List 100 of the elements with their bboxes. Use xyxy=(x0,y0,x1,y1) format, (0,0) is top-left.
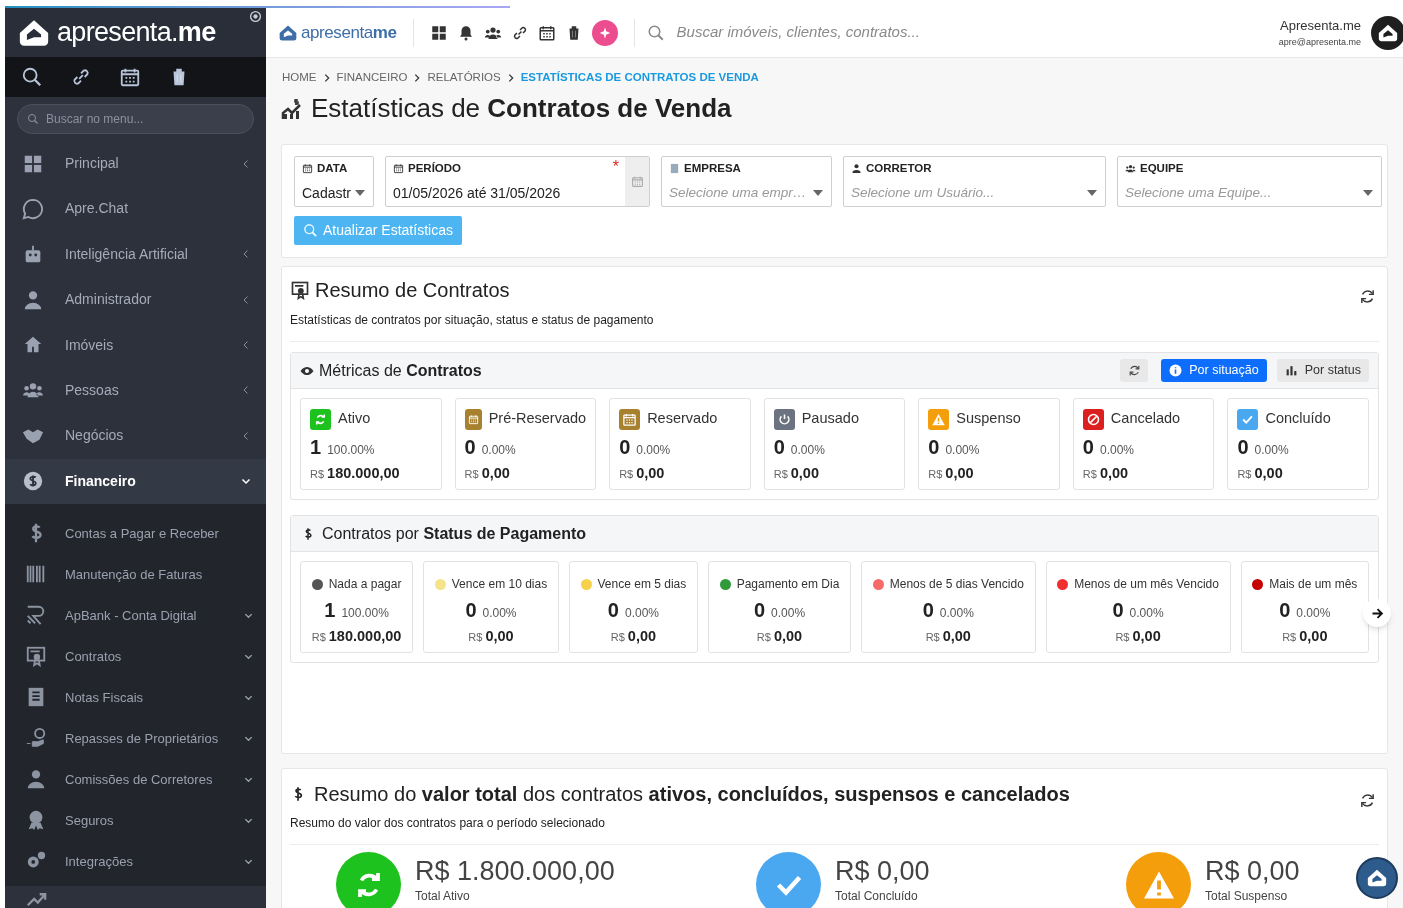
percent-value: 0.00% xyxy=(790,442,825,459)
breadcrumb-link[interactable]: RELATÓRIOS xyxy=(427,69,501,87)
grid-icon[interactable] xyxy=(429,23,448,42)
percent-value: 0.00% xyxy=(1099,442,1134,459)
hand-coin-icon xyxy=(25,727,47,750)
currency-label: R$ xyxy=(464,467,479,482)
status-label: Pagamento em Dia xyxy=(736,576,840,594)
certificate-icon xyxy=(290,280,310,301)
submenu-item[interactable]: Contratos xyxy=(5,635,266,677)
amount-value: 0,00 xyxy=(485,627,514,647)
currency-label: R$ xyxy=(773,467,788,482)
submenu-item[interactable]: Notas Fiscais xyxy=(5,676,266,718)
menu-item[interactable]: Negócios xyxy=(5,413,266,459)
menu-item[interactable]: Apre.Chat xyxy=(5,186,266,232)
chat-bubble-icon xyxy=(22,197,44,220)
count-value: 0 xyxy=(607,598,619,624)
amount-value: 180.000,00 xyxy=(327,464,400,483)
global-search-field[interactable]: Buscar imóveis, clientes, contratos... xyxy=(676,21,1077,44)
status-label: Reservado xyxy=(647,409,718,429)
form-field[interactable]: PERÍODO 01/05/2026 até 31/05/2026 * xyxy=(385,156,650,208)
submenu-item[interactable]: Contas a Pagar e Receber xyxy=(5,512,266,554)
menu-item[interactable]: Financeiro xyxy=(5,458,266,504)
certificate-icon xyxy=(25,645,47,668)
total-value: R$ 1.800.000,00 xyxy=(415,855,615,888)
submenu-item[interactable]: Manutenção de Faturas xyxy=(5,553,266,595)
submenu-item[interactable]: Comissões de Corretores xyxy=(5,758,266,800)
count-value: 0 xyxy=(773,435,785,460)
status-label: Vence em 5 dias xyxy=(597,576,687,594)
percent-value: 100.00% xyxy=(341,605,389,623)
caret-down-icon xyxy=(1363,189,1373,196)
submenu-item[interactable]: Repasses de Proprietários xyxy=(5,717,266,759)
scroll-right-button[interactable] xyxy=(1363,599,1391,628)
page-title: Estatísticas de Contratos de Venda xyxy=(311,92,732,126)
breadcrumb-link[interactable]: HOME xyxy=(282,69,317,87)
currency-label: R$ xyxy=(925,630,940,646)
menu-item[interactable]: Inteligência Artificial xyxy=(5,231,266,277)
count-value: 0 xyxy=(922,598,934,624)
card-title: Resumo do valor total dos contratos ativos, concluídos, suspensos e cancelados xyxy=(314,782,1070,808)
menu-item[interactable]: Pessoas xyxy=(5,367,266,414)
card-subtitle: Estatísticas de contratos por situação, status e status de pagamento xyxy=(290,312,654,330)
user-email: apre@apresenta.me xyxy=(1278,35,1361,49)
percent-value: 0.00% xyxy=(636,442,671,459)
status-label: Menos de 5 dias Vencido xyxy=(889,576,1024,594)
form-field[interactable]: CORRETOR Selecione um Usuário... xyxy=(843,156,1106,208)
form-field[interactable]: DATA Cadastr xyxy=(294,156,374,208)
count-value: 0 xyxy=(465,598,477,624)
user-avatar[interactable] xyxy=(1371,15,1403,50)
sparkle-button[interactable] xyxy=(591,19,618,46)
people-icon xyxy=(1125,163,1136,175)
view-tab[interactable]: Por status xyxy=(1276,359,1369,383)
logo-text: apresentame xyxy=(301,21,397,44)
currency-label: R$ xyxy=(1282,630,1297,646)
search-icon[interactable] xyxy=(21,66,43,89)
person-icon xyxy=(25,768,47,791)
count-value: 0 xyxy=(1082,435,1094,460)
amount-value: 0,00 xyxy=(1099,464,1129,483)
currency-label: R$ xyxy=(310,467,325,482)
status-label: Cancelado xyxy=(1110,409,1181,429)
percent-value: 0.00% xyxy=(481,442,516,459)
logo-icon xyxy=(1366,867,1388,889)
form-field[interactable]: EQUIPE Selecione uma Equipe... xyxy=(1117,156,1382,208)
caret-down-icon xyxy=(813,189,823,196)
menu-item[interactable]: Administrador xyxy=(5,277,266,323)
menu-item[interactable]: Principal xyxy=(5,140,266,187)
amount-value: 0,00 xyxy=(1254,464,1283,483)
form-field[interactable]: EMPRESA Selecione uma empr… xyxy=(661,156,832,208)
menu-search-field[interactable]: Buscar no menu... xyxy=(17,103,254,134)
view-tab[interactable]: Por situação xyxy=(1161,359,1267,383)
status-label: Nada a pagar xyxy=(328,576,402,594)
person-icon xyxy=(22,288,44,311)
status-label: Pausado xyxy=(801,409,859,429)
refresh-button[interactable] xyxy=(1120,359,1149,383)
amount-value: 180.000,00 xyxy=(328,627,402,647)
bar-chart-icon xyxy=(1284,364,1298,378)
search-icon xyxy=(27,112,39,125)
count-value: 0 xyxy=(1279,598,1291,624)
pin-icon[interactable] xyxy=(249,10,262,23)
amount-value: 0,00 xyxy=(773,627,803,647)
count-value: 0 xyxy=(928,435,940,460)
refresh-icon[interactable] xyxy=(1359,288,1376,306)
count-value: 0 xyxy=(753,598,766,624)
percent-value: 0.00% xyxy=(945,442,980,459)
menu-item[interactable]: Imóveis xyxy=(5,322,266,368)
submenu-item[interactable]: Seguros xyxy=(5,799,266,841)
search-icon xyxy=(303,223,318,239)
submenu-item[interactable]: Integrações xyxy=(5,840,266,882)
amount-value: 0,00 xyxy=(481,464,510,483)
person-icon xyxy=(851,163,862,175)
calendar-icon xyxy=(630,175,644,189)
percent-value: 0.00% xyxy=(939,605,974,623)
card-subtitle: Resumo do valor dos contratos para o período selecionado xyxy=(290,815,606,833)
calendar-icon[interactable] xyxy=(537,23,556,42)
breadcrumb-link[interactable]: FINANCEIRO xyxy=(336,69,408,87)
logo-text: apresenta.me xyxy=(57,16,216,50)
refresh-icon[interactable] xyxy=(1359,792,1376,810)
currency-label: R$ xyxy=(1237,467,1252,482)
calendar-icon[interactable] xyxy=(119,66,141,89)
submenu-item[interactable]: ApBank - Conta Digital xyxy=(5,594,266,636)
amount-value: 0,00 xyxy=(1299,627,1328,647)
amount-value: 0,00 xyxy=(1132,627,1161,647)
